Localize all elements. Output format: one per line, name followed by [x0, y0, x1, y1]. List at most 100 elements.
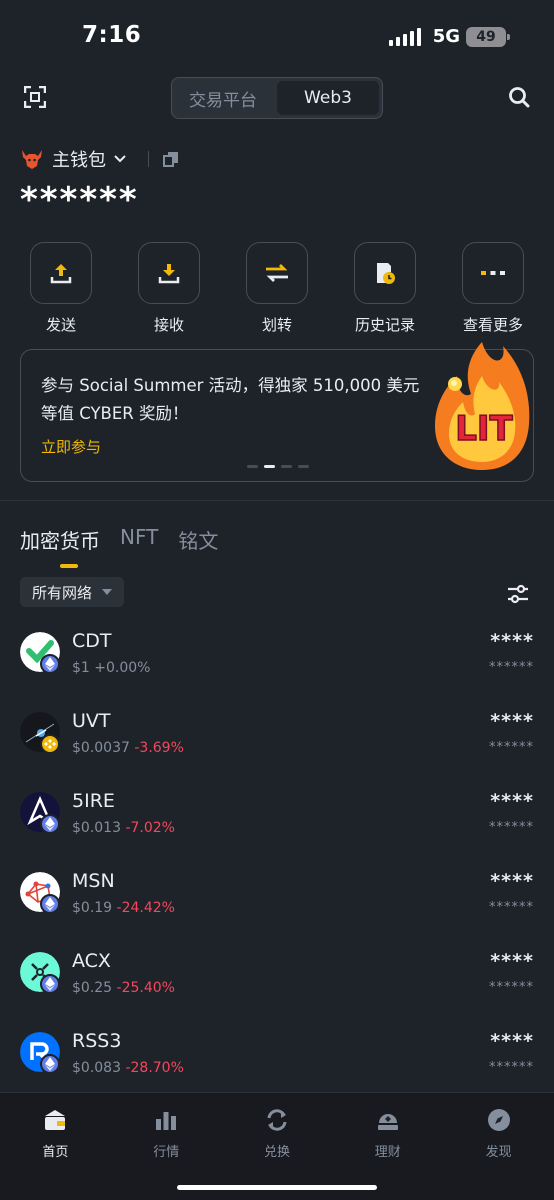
nav-market[interactable]: 行情: [111, 1093, 222, 1200]
token-change: +0.00%: [94, 660, 151, 676]
token-row-cdt[interactable]: CDT $1 +0.00% **** ******: [0, 620, 554, 700]
caret-down-icon: [102, 589, 113, 595]
chevron-down-icon: [114, 155, 126, 163]
market-icon: [156, 1112, 177, 1130]
token-price-line: $0.25 -25.40%: [72, 980, 175, 996]
token-row-uvt[interactable]: UVT $0.0037 -3.69% **** ******: [0, 700, 554, 780]
nav-swap[interactable]: 兑换: [222, 1093, 333, 1200]
nav-swap-label: 兑换: [263, 1145, 290, 1160]
bnb-badge-icon: [40, 734, 60, 754]
fire-lit-icon: LIT: [435, 342, 530, 470]
send-label: 发送: [45, 316, 76, 334]
tab-crypto[interactable]: 加密货币: [20, 525, 100, 568]
token-amount: ****: [490, 950, 534, 972]
join-now-link[interactable]: 立即参与: [41, 436, 101, 457]
token-amount: ****: [490, 1030, 534, 1052]
token-price: $1: [72, 660, 90, 676]
status-bar: 7:16 5G 49: [0, 0, 554, 76]
token-row-msn[interactable]: MSN $0.19 -24.42% **** ******: [0, 860, 554, 940]
token-price: $0.19: [72, 900, 113, 916]
token-row-rss3[interactable]: RSS3 $0.083 -28.70% **** ******: [0, 1020, 554, 1100]
more-label: 查看更多: [462, 316, 523, 334]
token-symbol: 5IRE: [72, 790, 115, 812]
copy-icon[interactable]: [163, 151, 179, 167]
nav-earn-label: 理财: [374, 1145, 401, 1160]
wallet-balance[interactable]: ******: [20, 180, 139, 220]
token-change: -3.69%: [134, 740, 184, 756]
ethereum-badge-icon: [40, 894, 60, 914]
receive-button[interactable]: 接收: [128, 242, 210, 335]
token-change: -24.42%: [116, 900, 175, 916]
wallet-home-icon: [45, 1110, 66, 1130]
discover-icon: [487, 1109, 510, 1131]
more-button[interactable]: 查看更多: [452, 242, 534, 335]
status-time: 7:16: [82, 22, 142, 48]
promo-banner[interactable]: 参与 Social Summer 活动，得独家 510,000 美元等值 CYB…: [20, 342, 534, 482]
wallet-name: 主钱包: [52, 150, 106, 171]
nav-home[interactable]: 首页: [0, 1093, 111, 1200]
network-filter[interactable]: 所有网络: [20, 577, 125, 607]
token-symbol: RSS3: [72, 1030, 122, 1052]
scan-icon[interactable]: [24, 86, 46, 108]
token-price-line: $0.19 -24.42%: [72, 900, 175, 916]
banner-dot: [281, 465, 292, 468]
token-change: -7.02%: [125, 820, 175, 836]
token-row-acx[interactable]: ACX $0.25 -25.40% **** ******: [0, 940, 554, 1020]
token-list: CDT $1 +0.00% **** ****** UVT $0.0037 -3…: [0, 620, 554, 1100]
wallet-selector[interactable]: 主钱包: [20, 146, 179, 172]
token-value: ******: [489, 980, 534, 995]
transfer-button[interactable]: 划转: [236, 242, 318, 335]
nav-discover[interactable]: 发现: [443, 1093, 554, 1200]
network-filter-label: 所有网络: [32, 583, 93, 602]
token-symbol: CDT: [72, 630, 112, 652]
settings-sliders-icon[interactable]: [506, 582, 530, 606]
receive-label: 接收: [153, 316, 184, 334]
token-price: $0.013: [72, 820, 121, 836]
bull-logo-icon: [22, 150, 42, 169]
network-type: 5G: [432, 26, 460, 47]
token-symbol: MSN: [72, 870, 115, 892]
banner-pagination: [247, 465, 309, 468]
home-indicator: [177, 1185, 377, 1190]
token-symbol: ACX: [72, 950, 111, 972]
send-button[interactable]: 发送: [20, 242, 102, 335]
swap-icon: [267, 1109, 287, 1131]
battery-icon: 49: [466, 26, 510, 47]
token-value: ******: [489, 740, 534, 755]
section-divider: [0, 500, 554, 501]
tab-nft[interactable]: NFT: [120, 525, 158, 568]
token-price-line: $1 +0.00%: [72, 660, 151, 676]
token-value: ******: [489, 820, 534, 835]
history-button[interactable]: 历史记录: [344, 242, 426, 335]
signal-icon: [388, 27, 421, 46]
platform-switch: 交易平台 Web3: [171, 77, 383, 119]
nav-market-label: 行情: [153, 1145, 180, 1160]
token-change: -25.40%: [116, 980, 175, 996]
token-amount: ****: [490, 870, 534, 892]
banner-dot: [298, 465, 309, 468]
search-icon[interactable]: [508, 86, 530, 108]
banner-text: 参与 Social Summer 活动，得独家 510,000 美元等值 CYB…: [41, 376, 420, 423]
history-label: 历史记录: [354, 316, 415, 334]
nav-earn[interactable]: 理财: [332, 1093, 443, 1200]
nav-home-label: 首页: [42, 1145, 69, 1160]
token-price: $0.0037: [72, 740, 130, 756]
tab-web3[interactable]: Web3: [277, 81, 379, 115]
banner-dot-active: [264, 465, 275, 468]
token-amount: ****: [490, 790, 534, 812]
lit-text: LIT: [455, 409, 513, 449]
token-price: $0.083: [72, 1060, 121, 1076]
tab-inscriptions[interactable]: 铭文: [178, 525, 218, 568]
ethereum-badge-icon: [40, 654, 60, 674]
banner-dot: [247, 465, 258, 468]
asset-tabs: 加密货币 NFT 铭文: [20, 525, 218, 568]
token-price-line: $0.083 -28.70%: [72, 1060, 184, 1076]
token-row-5ire[interactable]: 5IRE $0.013 -7.02% **** ******: [0, 780, 554, 860]
transfer-label: 划转: [261, 316, 292, 334]
token-symbol: UVT: [72, 710, 111, 732]
token-value: ******: [489, 900, 534, 915]
token-value: ******: [489, 660, 534, 675]
token-change: -28.70%: [125, 1060, 184, 1076]
tab-exchange[interactable]: 交易平台: [172, 78, 274, 118]
quick-actions: 发送 接收 划转 历史记录 查看更多: [20, 242, 534, 335]
